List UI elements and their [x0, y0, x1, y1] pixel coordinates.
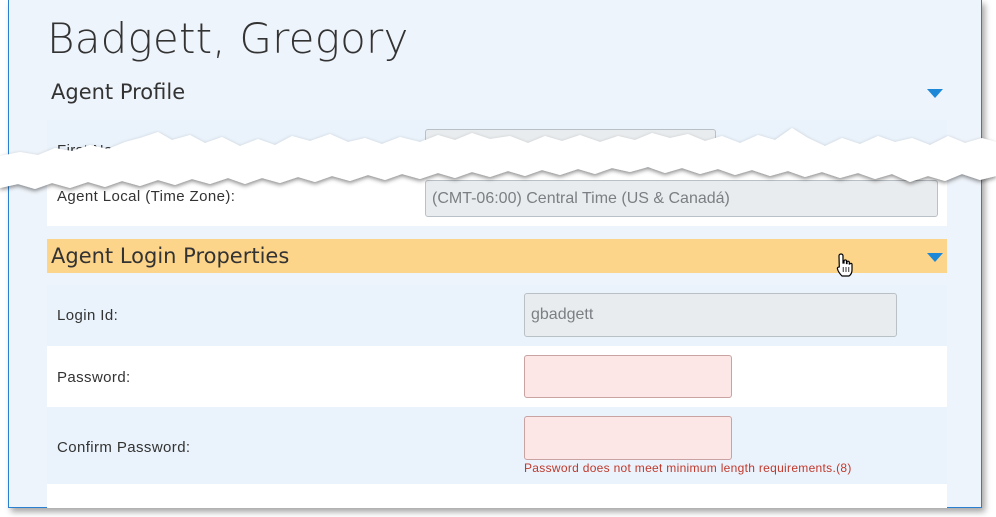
row-next [47, 484, 947, 508]
hand-cursor-icon [836, 253, 853, 277]
torn-paper-divider [0, 128, 996, 189]
collapse-triangle-icon[interactable] [927, 89, 943, 98]
login-id-label: Login Id: [57, 307, 119, 324]
collapse-triangle-icon[interactable] [927, 253, 943, 262]
row-login-id: Login Id: gbadgett [47, 285, 947, 346]
confirm-password-label: Confirm Password: [57, 439, 191, 456]
page-title: Badgett, Gregory [47, 14, 409, 63]
password-label: Password: [57, 369, 131, 386]
section-header-agent-profile[interactable]: Agent Profile [47, 76, 947, 110]
section-title: Agent Profile [51, 80, 186, 104]
password-error-message: Password does not meet minimum length re… [524, 461, 852, 475]
password-input[interactable] [524, 355, 732, 398]
row-password: Password: [47, 346, 947, 407]
confirm-password-input[interactable] [524, 416, 732, 460]
row-confirm-password: Confirm Password: Password does not meet… [47, 407, 947, 484]
section-title: Agent Login Properties [51, 244, 290, 268]
login-id-field[interactable]: gbadgett [524, 293, 897, 337]
section-header-agent-login-properties[interactable]: Agent Login Properties [47, 239, 947, 273]
